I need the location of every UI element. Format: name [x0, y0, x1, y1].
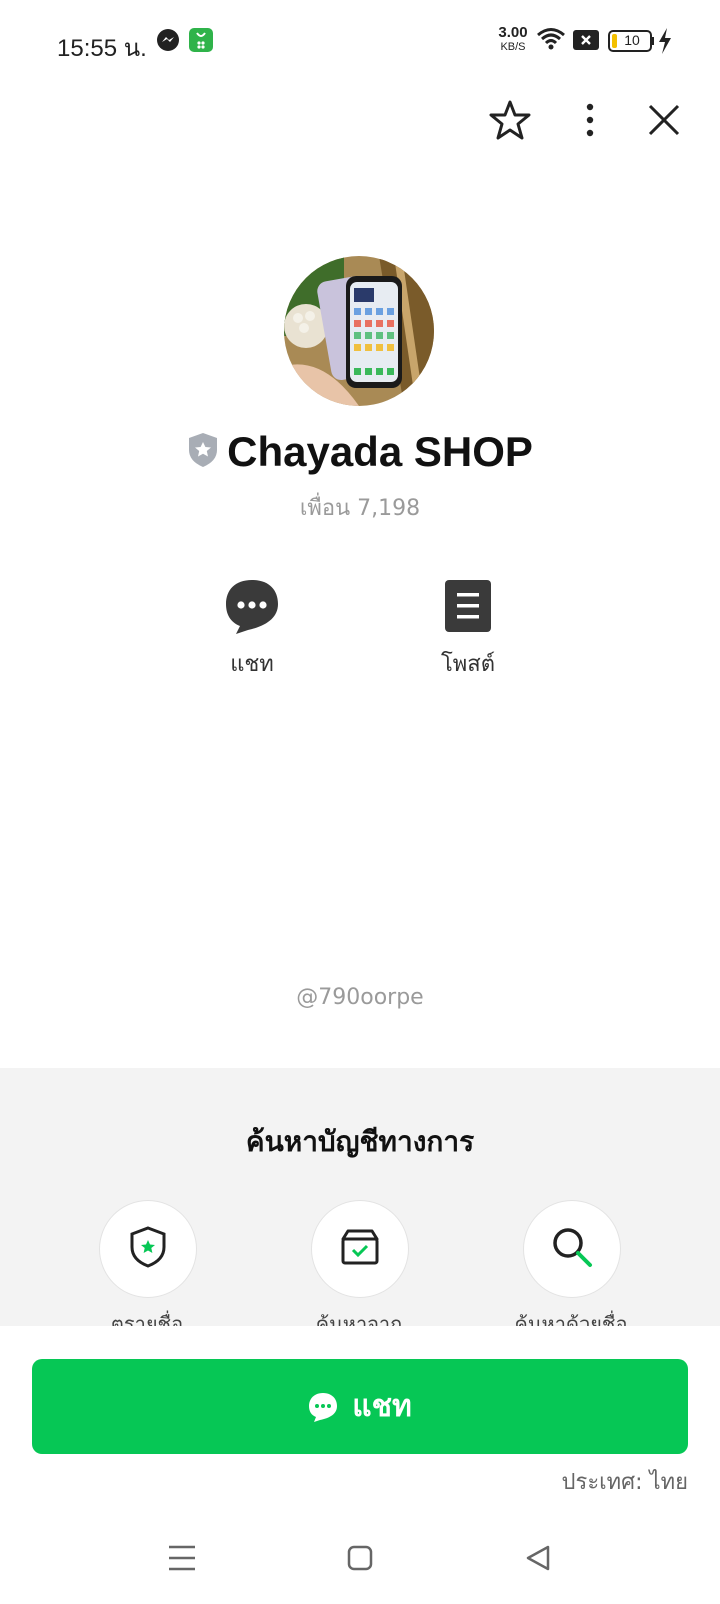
box-check-icon: [339, 1227, 381, 1271]
more-vertical-icon: [584, 102, 596, 142]
country-label: ประเทศ: ไทย: [561, 1470, 688, 1495]
network-speed: 3.00 KB/S: [498, 24, 528, 53]
wifi-icon: [536, 26, 566, 56]
charging-icon: [657, 28, 673, 58]
chat-bubble-icon: [224, 580, 280, 638]
status-bar: 15:55 น. 3.00 KB/S 10: [0, 0, 720, 84]
post-action[interactable]: โพสต์: [408, 578, 528, 681]
status-time: 15:55 น.: [57, 35, 147, 62]
official-list-button[interactable]: [99, 1200, 197, 1298]
shield-star-icon: [128, 1225, 168, 1273]
official-search-panel: ค้นหาบัญชีทางการ ตรายชื่อ ค้นหาจาก ค้นหา…: [0, 1068, 720, 1326]
search-icon: [550, 1225, 594, 1273]
post-icon: [444, 580, 492, 638]
friend-count: เพื่อน 7,198: [299, 496, 421, 521]
chat-action[interactable]: แชท: [192, 578, 312, 681]
account-handle: @790oorpe: [296, 985, 424, 1010]
no-sim-icon: [573, 30, 599, 54]
menu-nav-button[interactable]: [152, 1542, 212, 1578]
favorite-button[interactable]: [484, 96, 536, 148]
official-list-label: ตรายชื่อ: [110, 1312, 184, 1326]
official-search-title: ค้นหาบัญชีทางการ: [245, 1125, 475, 1158]
search-by-name-label: ค้นหาด้วยชื่อ: [514, 1312, 628, 1326]
back-nav-button[interactable]: [508, 1542, 568, 1578]
search-by-category-label: ค้นหาจาก: [315, 1312, 403, 1326]
more-button[interactable]: [564, 96, 616, 148]
profile-name: Chayada SHOP: [227, 428, 533, 475]
menu-icon: [167, 1544, 197, 1576]
app-store-icon: [189, 28, 213, 56]
official-badge-icon: [187, 432, 219, 472]
avatar[interactable]: [284, 256, 434, 406]
chat-action-label: แชท: [230, 652, 274, 677]
post-action-label: โพสต์: [440, 652, 496, 677]
chat-bubble-icon: [308, 1392, 338, 1422]
close-icon: [647, 103, 681, 141]
star-icon: [489, 99, 531, 145]
search-by-category-button[interactable]: [311, 1200, 409, 1298]
home-square-icon: [347, 1545, 373, 1575]
battery-icon: 10: [608, 30, 654, 52]
chat-button-label: แชท: [352, 1389, 412, 1424]
home-nav-button[interactable]: [330, 1542, 390, 1578]
back-triangle-icon: [524, 1544, 552, 1576]
messenger-icon: [156, 28, 180, 56]
close-button[interactable]: [638, 96, 690, 148]
chat-button[interactable]: แชท: [32, 1359, 688, 1454]
search-by-name-button[interactable]: [523, 1200, 621, 1298]
profile-name-row: Chayada SHOP: [0, 428, 720, 476]
